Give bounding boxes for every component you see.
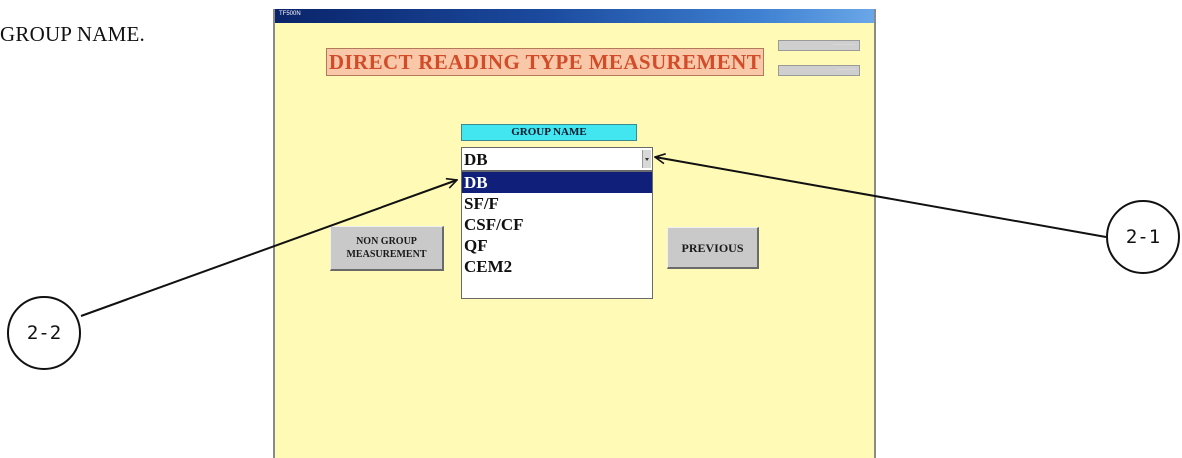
document-caption: GROUP NAME. (0, 22, 145, 46)
dropdown-option-qf[interactable]: QF (462, 235, 652, 256)
callout-2-1: 2-1 (1106, 200, 1180, 274)
dropdown-option-csf-cf[interactable]: CSF/CF (462, 214, 652, 235)
group-name-dropdown-list: DB SF/F CSF/CF QF CEM2 (461, 171, 653, 299)
dropdown-arrow-icon[interactable] (642, 150, 651, 168)
screen-title: DIRECT READING TYPE MEASUREMENT (326, 48, 764, 76)
group-name-combobox[interactable]: DB (461, 147, 653, 171)
status-indicator-bottom: ········· (778, 65, 860, 76)
callout-2-2: 2-2 (7, 296, 81, 370)
group-name-label: GROUP NAME (461, 124, 637, 141)
group-name-selected-value: DB (464, 150, 488, 169)
app-window: TF500N DIRECT READING TYPE MEASUREMENT ·… (273, 9, 876, 458)
window-titlebar[interactable]: TF500N (275, 9, 874, 23)
dropdown-option-cem2[interactable]: CEM2 (462, 256, 652, 277)
dropdown-option-sf-f[interactable]: SF/F (462, 193, 652, 214)
status-indicator-top: ··········· (778, 40, 860, 51)
non-group-measurement-button[interactable]: NON GROUP MEASUREMENT (330, 226, 444, 271)
non-group-button-label-line1: NON GROUP (356, 236, 417, 247)
previous-button[interactable]: PREVIOUS (667, 227, 759, 269)
window-title: TF500N (279, 11, 301, 17)
dropdown-option-db[interactable]: DB (462, 172, 652, 193)
non-group-button-label-line2: MEASUREMENT (346, 249, 427, 260)
